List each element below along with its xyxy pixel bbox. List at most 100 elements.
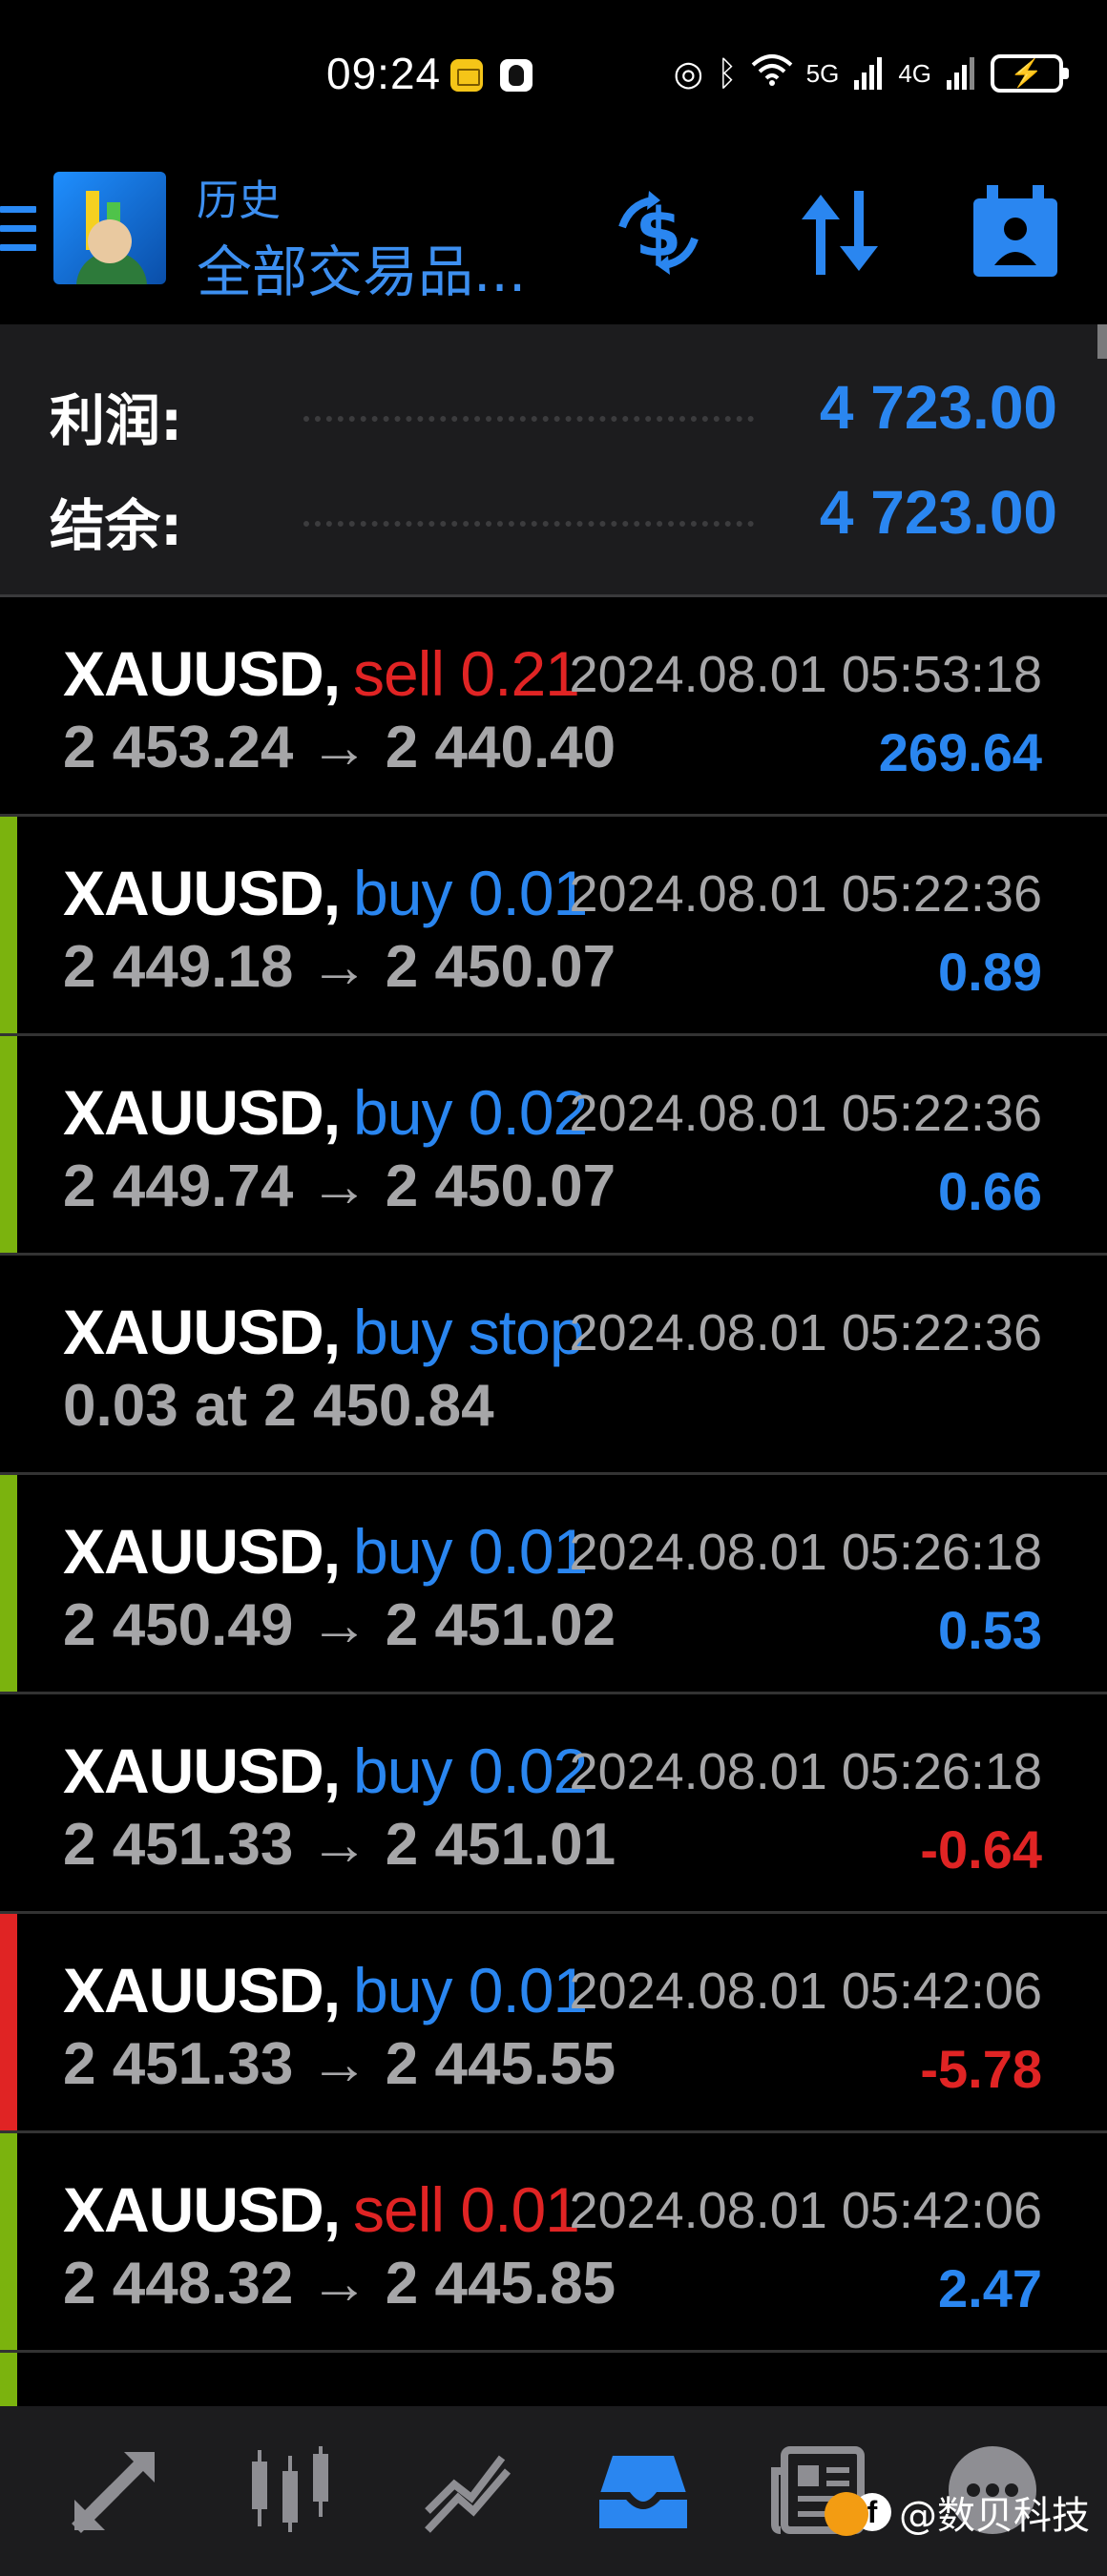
trade-result-stripe (0, 597, 17, 814)
trade-result-stripe (0, 1694, 17, 1911)
balance-value: 4 723.00 (819, 478, 1057, 547)
trade-row[interactable]: XAUUSD, buy 0.01 2024.08.01 05:22:36 2 44… (0, 817, 1107, 1036)
app-bar: 历史 全部交易品... $ (0, 143, 1107, 324)
mail-notification-icon (450, 59, 483, 92)
profit-label: 利润: (50, 388, 183, 453)
trade-type: buy 0.01 (353, 858, 588, 928)
trade-symbol-text: XAUUSD, (63, 1077, 341, 1148)
trade-time: 2024.08.01 05:26:18 (569, 1743, 1042, 1800)
trade-result-stripe (0, 1036, 17, 1253)
trade-prices: 2 450.49 → 2 451.02 (63, 1592, 616, 1658)
trade-profit: -5.78 (920, 2039, 1042, 2099)
scrollbar[interactable] (1097, 324, 1107, 359)
trade-symbol: XAUUSD, buy 0.02 (63, 1076, 588, 1149)
trade-type: buy stop (353, 1297, 584, 1367)
trade-result-stripe (0, 1256, 17, 1472)
trade-type: buy 0.01 (353, 1516, 588, 1587)
chart-icon[interactable] (420, 2442, 515, 2538)
trade-type: buy 0.02 (353, 1735, 588, 1806)
network-5g-label: 5G (805, 58, 840, 88)
trade-type: sell 0.01 (353, 2174, 580, 2245)
status-indicators: ◎ ᛒ 5G 4G ⚡ (673, 53, 1069, 93)
network-4g-label: 4G (898, 58, 931, 88)
trade-result-stripe (0, 1914, 17, 2130)
profit-value: 4 723.00 (819, 373, 1057, 442)
trade-symbol-text: XAUUSD, (63, 1516, 341, 1587)
trade-symbol-text: XAUUSD, (63, 1297, 341, 1367)
trade-prices: 2 451.33 → 2 445.55 (63, 2031, 616, 2097)
trade-row[interactable]: XAUUSD, buy 0.01 2024.08.01 05:26:18 2 45… (0, 1475, 1107, 1694)
trade-row-partial[interactable] (0, 2353, 1107, 2410)
balance-row: 结余: 4 723.00 (0, 464, 1107, 569)
trade-prices: 2 449.18 → 2 450.07 (63, 934, 616, 1000)
battery-icon: ⚡ (991, 54, 1069, 93)
trade-symbol: XAUUSD, sell 0.01 (63, 2173, 580, 2246)
bluetooth-icon: ᛒ (717, 53, 738, 93)
trade-type: buy 0.02 (353, 1077, 588, 1148)
trade-prices: 2 453.24 → 2 440.40 (63, 715, 616, 780)
trade-time: 2024.08.01 05:26:18 (569, 1524, 1042, 1581)
symbol-filter[interactable]: 全部交易品... (197, 227, 526, 307)
trade-result-stripe (0, 1475, 17, 1692)
trade-symbol: XAUUSD, buy 0.01 (63, 1954, 588, 2026)
trade-symbol-text: XAUUSD, (63, 858, 341, 928)
trade-time: 2024.08.01 05:22:36 (569, 1304, 1042, 1361)
trade-time: 2024.08.01 05:42:06 (569, 2182, 1042, 2239)
trade-list[interactable]: XAUUSD, sell 0.21 2024.08.01 05:53:18 2 4… (0, 597, 1107, 2410)
trade-row[interactable]: XAUUSD, buy 0.02 2024.08.01 05:26:18 2 45… (0, 1694, 1107, 1914)
currency-exchange-icon[interactable]: $ (611, 185, 706, 280)
trade-symbol-text: XAUUSD, (63, 1735, 341, 1806)
trade-result-stripe (0, 817, 17, 1033)
trade-time: 2024.08.01 05:22:36 (569, 865, 1042, 923)
trade-prices: 2 448.32 → 2 445.85 (63, 2251, 616, 2316)
page-title: 历史 (197, 177, 281, 225)
trade-prices: 2 451.33 → 2 451.01 (63, 1812, 616, 1878)
trade-row[interactable]: XAUUSD, buy 0.01 2024.08.01 05:42:06 2 45… (0, 1914, 1107, 2133)
trade-time: 2024.08.01 05:53:18 (569, 646, 1042, 703)
trade-profit: 0.66 (938, 1161, 1042, 1221)
trade-profit: -0.64 (920, 1819, 1042, 1880)
trade-time: 2024.08.01 05:42:06 (569, 1963, 1042, 2020)
profit-leader-dots (303, 416, 754, 422)
wifi-icon (751, 53, 793, 93)
status-time: 09:24 (326, 49, 442, 98)
trade-row[interactable]: XAUUSD, sell 0.21 2024.08.01 05:53:18 2 4… (0, 597, 1107, 817)
trade-type: buy 0.01 (353, 1955, 588, 2025)
signal-4g-icon (947, 57, 974, 90)
trade-row[interactable]: XAUUSD, buy stop 2024.08.01 05:22:36 0.03… (0, 1256, 1107, 1475)
trade-symbol: XAUUSD, buy 0.02 (63, 1735, 588, 1807)
trade-symbol-text: XAUUSD, (63, 2174, 341, 2245)
trade-profit: 269.64 (878, 722, 1042, 782)
trade-type: sell 0.21 (353, 638, 580, 709)
trade-icon[interactable] (67, 2442, 162, 2538)
app-logo (53, 172, 166, 284)
qq-notification-icon (500, 59, 533, 92)
quotes-icon[interactable] (242, 2442, 338, 2538)
trade-row[interactable]: XAUUSD, buy 0.02 2024.08.01 05:22:36 2 44… (0, 1036, 1107, 1256)
summary-panel: 利润: 4 723.00 结余: 4 723.00 (0, 324, 1107, 597)
menu-icon[interactable] (0, 206, 36, 256)
trade-symbol: XAUUSD, buy 0.01 (63, 1515, 588, 1588)
trade-result-stripe (0, 2133, 17, 2350)
signal-5g-icon (854, 57, 883, 90)
trade-prices: 2 449.74 → 2 450.07 (63, 1153, 616, 1219)
trade-symbol-text: XAUUSD, (63, 638, 341, 709)
trade-prices: 0.03 at 2 450.84 (63, 1373, 494, 1439)
sort-icon[interactable] (794, 185, 886, 280)
trade-row[interactable]: XAUUSD, sell 0.01 2024.08.01 05:42:06 2 4… (0, 2133, 1107, 2353)
nfc-icon: ◎ (673, 53, 704, 93)
history-icon[interactable] (595, 2442, 691, 2538)
trade-symbol: XAUUSD, buy 0.01 (63, 857, 588, 929)
notification-badge (825, 2492, 868, 2536)
calendar-icon[interactable] (973, 185, 1057, 277)
trade-result-stripe (0, 2353, 17, 2410)
trade-profit: 0.53 (938, 1600, 1042, 1660)
trade-symbol: XAUUSD, sell 0.21 (63, 637, 580, 710)
balance-label: 结余: (50, 493, 183, 558)
profit-row: 利润: 4 723.00 (0, 359, 1107, 464)
trade-time: 2024.08.01 05:22:36 (569, 1085, 1042, 1142)
trade-symbol: XAUUSD, buy stop (63, 1296, 585, 1368)
trade-profit: 2.47 (938, 2258, 1042, 2318)
trade-symbol-text: XAUUSD, (63, 1955, 341, 2025)
balance-leader-dots (303, 521, 754, 527)
